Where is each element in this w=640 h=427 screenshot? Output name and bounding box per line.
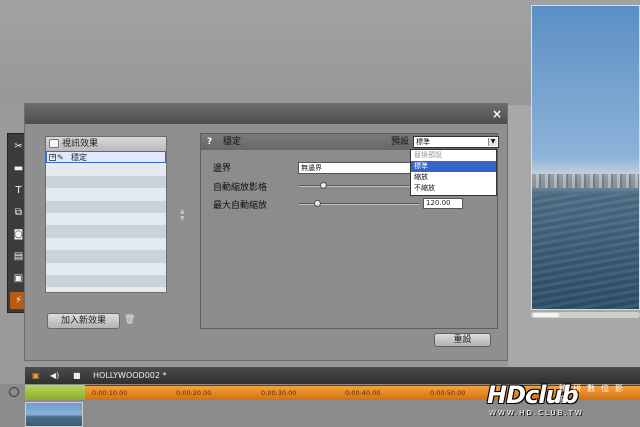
- preview-water: [532, 194, 639, 309]
- help-icon[interactable]: ?: [207, 134, 212, 150]
- auto-zoom-slider[interactable]: [299, 185, 419, 187]
- dropdown-option-no-zoom[interactable]: 不縮放: [411, 183, 496, 194]
- timecode-label: 0:00:50.00: [430, 389, 466, 397]
- list-item[interactable]: [46, 237, 166, 251]
- video-effects-dialog: × 視訊效果 + ✎ 穩定 ▲ ▼ 加入新效果 🗑 ? 穩定 預設 標準 ▼ 邊…: [24, 103, 508, 361]
- trash-icon[interactable]: 🗑: [124, 315, 135, 325]
- preview-scrub-handle[interactable]: [533, 313, 559, 317]
- list-item-label: 穩定: [71, 153, 87, 162]
- list-item[interactable]: [46, 188, 166, 201]
- border-select[interactable]: 無邊界: [298, 162, 416, 174]
- timeline-selection-marker[interactable]: [25, 385, 85, 400]
- preset-dropdown-menu: 替換預設 標準 縮放 不縮放: [410, 149, 497, 196]
- chevron-down-icon[interactable]: ▼: [488, 138, 497, 146]
- film-icon[interactable]: ▣: [32, 367, 40, 384]
- magic-wand-icon: ✎: [57, 153, 64, 162]
- add-effect-button[interactable]: 加入新效果: [47, 313, 120, 329]
- folder-icon[interactable]: ■: [73, 367, 81, 384]
- list-item[interactable]: [46, 250, 166, 263]
- settings-header: ? 穩定 預設 標準 ▼: [201, 134, 499, 150]
- auto-zoom-slider-handle[interactable]: [319, 182, 327, 189]
- hdclub-watermark: HDclub 精研數位影音 WWW.HD.CLUB.TW: [487, 381, 637, 421]
- max-zoom-label: 最大自動縮放: [213, 201, 268, 211]
- list-item[interactable]: [46, 200, 166, 213]
- list-item[interactable]: [46, 225, 166, 238]
- list-item[interactable]: [46, 274, 166, 288]
- timecode-label: 0:00:10.00: [92, 389, 128, 397]
- max-zoom-value-field[interactable]: 120.00: [423, 198, 463, 209]
- list-item[interactable]: [46, 163, 166, 176]
- effects-list-title: 視訊效果: [62, 139, 99, 149]
- expand-icon[interactable]: +: [49, 154, 56, 161]
- reset-button[interactable]: 重設: [434, 333, 491, 347]
- preset-select-value: 標準: [416, 138, 430, 146]
- border-label: 邊界: [213, 164, 232, 174]
- list-item[interactable]: [46, 175, 166, 189]
- max-zoom-slider-handle[interactable]: [313, 200, 321, 207]
- watermark-chinese: 精研數位影音: [559, 384, 629, 404]
- dialog-titlebar: ×: [25, 104, 507, 124]
- effects-list: 視訊效果 + ✎ 穩定: [45, 136, 167, 293]
- video-effects-icon: [49, 139, 59, 148]
- project-name: HOLLYWOOD002 *: [93, 371, 167, 380]
- preset-label: 預設: [391, 137, 410, 147]
- reorder-arrows-icon[interactable]: ▲ ▼: [180, 208, 185, 222]
- dropdown-option-standard[interactable]: 標準: [411, 161, 496, 172]
- list-item[interactable]: [46, 212, 166, 226]
- dropdown-option-zoom[interactable]: 縮放: [411, 172, 496, 183]
- preview-skyline: [532, 174, 639, 188]
- timeline-clip-thumbnail[interactable]: [25, 402, 83, 427]
- speaker-icon[interactable]: ◀): [50, 367, 59, 384]
- timecode-label: 0:00:40.00: [345, 389, 381, 397]
- dropdown-option-replace-preset: 替換預設: [414, 151, 442, 159]
- effects-list-header: 視訊效果: [46, 137, 166, 151]
- video-preview: [531, 5, 640, 310]
- timecode-label: 0:00:30.00: [261, 389, 297, 397]
- clock-icon[interactable]: [9, 387, 19, 397]
- auto-zoom-label: 自動縮放影格: [213, 183, 268, 193]
- close-icon[interactable]: ×: [492, 107, 502, 121]
- watermark-url: WWW.HD.CLUB.TW: [489, 409, 584, 417]
- list-item[interactable]: [46, 262, 166, 275]
- effects-list-rows: + ✎ 穩定: [46, 151, 166, 288]
- settings-title: 穩定: [223, 137, 242, 147]
- list-item[interactable]: + ✎ 穩定: [46, 151, 166, 164]
- preset-select[interactable]: 標準 ▼: [413, 136, 499, 148]
- timecode-label: 0:00:20.00: [176, 389, 212, 397]
